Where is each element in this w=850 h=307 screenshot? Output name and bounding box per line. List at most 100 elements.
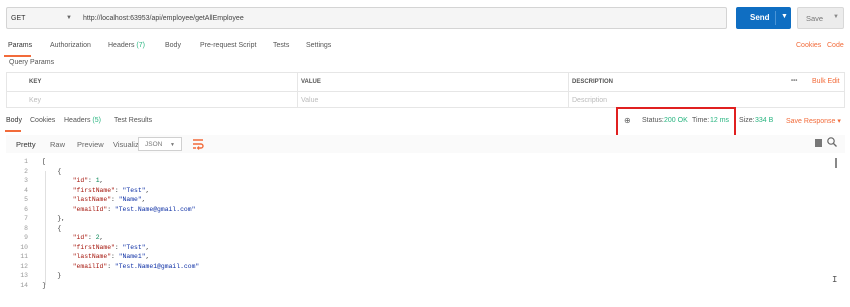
- wrap-lines-icon[interactable]: [191, 137, 205, 153]
- view-raw-button[interactable]: Raw: [50, 140, 65, 149]
- line-number: 3: [24, 177, 28, 184]
- view-preview-button[interactable]: Preview: [77, 140, 104, 149]
- scrollbar-thumb[interactable]: [835, 158, 837, 168]
- line-number: 14: [20, 281, 28, 289]
- tab-response-cookies[interactable]: Cookies: [30, 117, 55, 124]
- line-number: 5: [24, 196, 28, 203]
- send-options-chevron-icon[interactable]: ▼: [781, 13, 788, 20]
- json-colon: :: [114, 243, 123, 251]
- chevron-down-icon[interactable]: ▼: [66, 15, 72, 21]
- tab-params[interactable]: Params: [8, 42, 32, 49]
- json-value: "Name": [118, 196, 142, 203]
- json-value: "Test.Name@gmail.com": [114, 205, 196, 213]
- line-number: 8: [24, 224, 28, 232]
- copy-icon[interactable]: [815, 139, 822, 147]
- code-line: "lastName": "Name1",: [42, 253, 150, 260]
- send-divider: [775, 11, 776, 25]
- bulk-edit-link[interactable]: Bulk Edit: [812, 78, 840, 85]
- json-value: "Name1": [118, 253, 146, 260]
- save-label: Save: [806, 14, 824, 23]
- code-line: "lastName": "Name",: [42, 196, 146, 203]
- save-button[interactable]: Save ▼: [797, 7, 844, 29]
- json-key: "emailId": [72, 262, 108, 270]
- code-line: },: [42, 215, 66, 222]
- cookies-link[interactable]: Cookies: [796, 42, 821, 49]
- line-number: 4: [24, 186, 28, 194]
- json-key: "id": [72, 177, 89, 184]
- code-line: "firstName": "Test",: [42, 186, 150, 194]
- chevron-down-icon: ▾: [837, 118, 841, 125]
- code-line: {: [42, 167, 62, 175]
- json-key: "emailId": [72, 205, 108, 213]
- json-key: "firstName": [72, 243, 115, 251]
- tab-pre-request-script[interactable]: Pre-request Script: [200, 42, 256, 49]
- search-icon[interactable]: [826, 136, 838, 150]
- active-tab-indicator: [5, 130, 21, 132]
- save-response-label: Save Response: [786, 118, 836, 125]
- code-line: "emailId": "Test.Name@gmail.com": [42, 205, 196, 213]
- tab-response-headers[interactable]: Headers (5): [64, 117, 101, 124]
- table-header-row: KEY VALUE DESCRIPTION ••• Bulk Edit: [7, 73, 844, 92]
- text-cursor-icon: I: [832, 275, 838, 285]
- query-params-title: Query Params: [9, 59, 55, 66]
- line-number: 2: [24, 167, 28, 175]
- save-response-button[interactable]: Save Response ▾: [786, 117, 841, 125]
- tab-test-results[interactable]: Test Results: [114, 117, 152, 124]
- json-value: "Test": [122, 186, 146, 194]
- col-key-header: KEY: [29, 79, 42, 85]
- url-input[interactable]: http://localhost:63953/api/employee/getA…: [83, 15, 244, 22]
- description-input[interactable]: Description: [572, 97, 607, 104]
- method-select[interactable]: GET: [11, 15, 25, 22]
- code-line: {: [42, 224, 62, 232]
- response-headers-count: (5): [92, 117, 101, 124]
- headers-count: (7): [136, 42, 145, 49]
- json-colon: :: [107, 262, 115, 270]
- json-trailing: ,: [145, 253, 150, 260]
- line-number: 1: [24, 158, 28, 165]
- tab-headers[interactable]: Headers (7): [108, 42, 145, 49]
- size-label: Size:: [739, 117, 755, 124]
- request-tabs: Params Authorization Headers (7) Body Pr…: [0, 39, 850, 57]
- response-body-editor[interactable]: I 1 [2 {3 "id": 1, 4 "firstName": "Test", 5…: [6, 157, 845, 307]
- json-trailing: ,: [99, 234, 104, 241]
- chevron-down-icon: ▼: [170, 142, 175, 148]
- col-value-header: VALUE: [301, 79, 321, 85]
- tab-settings[interactable]: Settings: [306, 42, 331, 49]
- view-pretty-button[interactable]: Pretty: [16, 140, 36, 149]
- query-params-table: KEY VALUE DESCRIPTION ••• Bulk Edit Key …: [6, 72, 845, 108]
- json-key: "lastName": [72, 253, 112, 260]
- col-description-header: DESCRIPTION: [572, 79, 614, 85]
- code-link[interactable]: Code: [827, 42, 844, 49]
- value-input[interactable]: Value: [301, 97, 318, 104]
- tab-authorization[interactable]: Authorization: [50, 42, 91, 49]
- save-options-chevron-icon[interactable]: ▼: [833, 14, 839, 20]
- send-button[interactable]: Send ▼: [736, 7, 791, 29]
- send-label: Send: [750, 13, 770, 22]
- column-divider: [568, 73, 569, 107]
- size-value: 334 B: [755, 117, 774, 124]
- format-select[interactable]: JSON ▼: [138, 137, 182, 151]
- tab-tests[interactable]: Tests: [273, 42, 289, 49]
- json-key: "firstName": [72, 186, 115, 194]
- tab-body[interactable]: Body: [165, 42, 181, 49]
- json-trailing: ,: [99, 177, 104, 184]
- tab-response-body[interactable]: Body: [6, 117, 22, 124]
- url-bar: GET ▼ http://localhost:63953/api/employe…: [6, 7, 727, 29]
- line-number: 13: [20, 272, 28, 279]
- code-line: "emailId": "Test.Name1@gmail.com": [42, 262, 200, 270]
- tab-response-headers-label: Headers: [64, 117, 91, 124]
- code-line: "firstName": "Test",: [42, 243, 150, 251]
- line-number: 11: [20, 253, 28, 260]
- line-number: 12: [20, 262, 28, 270]
- key-input[interactable]: Key: [29, 97, 41, 104]
- more-options-icon[interactable]: •••: [791, 78, 797, 84]
- line-number: 10: [20, 243, 28, 251]
- json-trailing: ,: [141, 196, 146, 203]
- json-colon: :: [114, 186, 123, 194]
- code-line: [: [42, 158, 46, 165]
